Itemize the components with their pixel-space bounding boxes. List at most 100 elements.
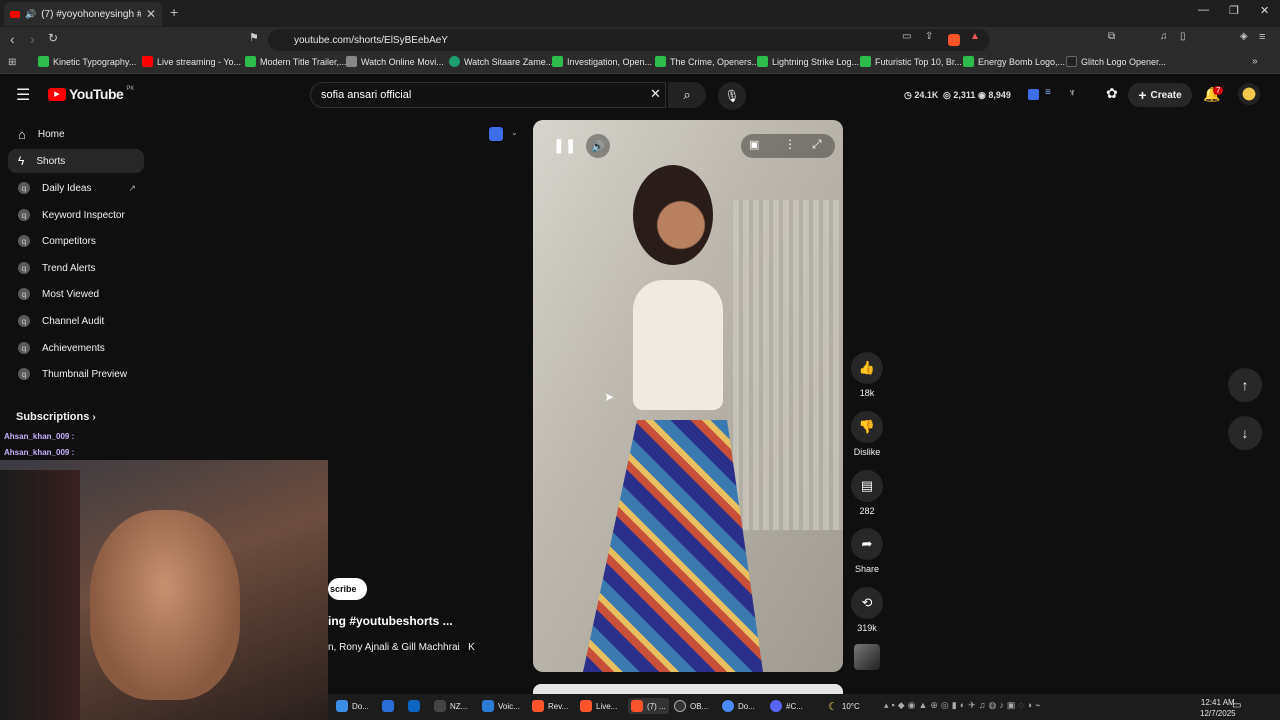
more-options-icon[interactable]: ⋮ xyxy=(784,137,796,151)
taskbar-item[interactable]: Voic... xyxy=(482,700,520,712)
like-button[interactable]: 👍 18k xyxy=(849,352,885,398)
youtube-wordmark: YouTube xyxy=(69,86,124,102)
share-page-icon[interactable]: ⇪ xyxy=(925,31,933,42)
taskbar-item[interactable]: Do... xyxy=(336,700,369,712)
bookmark-favicon-icon xyxy=(449,56,460,67)
volume-icon[interactable]: 🔊 xyxy=(586,134,610,158)
bookmark-icon[interactable]: ⚑ xyxy=(249,31,259,44)
address-bar[interactable]: youtube.com/shorts/ElSyBEebAeY xyxy=(268,29,990,51)
studio-icon[interactable]: ✿ xyxy=(1106,85,1118,102)
apps-grid-icon[interactable]: ⊞ xyxy=(8,57,16,68)
sidebar-toggle-icon[interactable]: ▯ xyxy=(1180,31,1186,42)
previous-short-button[interactable]: ↑ xyxy=(1228,368,1262,402)
app-icon xyxy=(434,700,446,712)
sidebar-item-competitors[interactable]: q Competitors xyxy=(8,229,144,253)
rewards-icon[interactable]: ▲ xyxy=(970,31,980,42)
list-icon[interactable]: ≡ xyxy=(1045,87,1051,98)
taskbar-item[interactable]: NZ... xyxy=(434,700,467,712)
search-button[interactable]: ⌕ xyxy=(668,82,706,108)
bookmark-item[interactable]: Modern Title Trailer,... xyxy=(245,56,347,67)
download-icon xyxy=(336,700,348,712)
captions-icon[interactable]: ▣ xyxy=(749,138,759,151)
bookmark-item[interactable]: Kinetic Typography... xyxy=(38,56,136,67)
browser-tab[interactable]: 🔊 (7) #yoyohoneysingh #trendi ✕ xyxy=(4,2,162,26)
bookmark-item[interactable]: Live streaming - Yo... xyxy=(142,56,241,67)
vpn-icon[interactable]: ◈ xyxy=(1240,31,1248,42)
bookmark-item[interactable]: Energy Bomb Logo,... xyxy=(963,56,1065,67)
bookmark-item[interactable]: Lightning Strike Log... xyxy=(757,56,859,67)
menu-icon[interactable]: ≡ xyxy=(1259,31,1265,43)
taskbar-item[interactable] xyxy=(382,700,394,712)
sidebar-item-home[interactable]: ⌂ Home xyxy=(8,122,144,146)
hamburger-menu-icon[interactable]: ☰ xyxy=(16,85,30,105)
vidiq-icon: q xyxy=(18,288,30,300)
vidiq-icon[interactable] xyxy=(1028,89,1039,100)
maximize-button[interactable]: ❐ xyxy=(1229,4,1239,17)
weather-widget[interactable]: ☾ 10°C xyxy=(828,700,860,713)
bookmark-item[interactable]: Glitch Logo Opener... xyxy=(1066,56,1166,67)
youtube-logo[interactable]: ▶ YouTube PK xyxy=(48,86,134,102)
audio-track-thumbnail[interactable] xyxy=(854,644,880,670)
dislike-button[interactable]: 👎 Dislike xyxy=(849,411,885,457)
create-button[interactable]: + Create xyxy=(1128,83,1192,107)
voice-search-button[interactable]: 🎙 xyxy=(718,82,746,110)
extensions-icon[interactable]: ⧉ xyxy=(1108,31,1115,42)
trophy-icon[interactable]: ♆ xyxy=(1068,87,1076,99)
avatar[interactable] xyxy=(1238,83,1260,105)
minimize-button[interactable]: — xyxy=(1198,4,1209,16)
brave-icon xyxy=(580,700,592,712)
bookmark-item[interactable]: The Crime, Openers... xyxy=(655,56,759,67)
back-icon[interactable]: ‹ xyxy=(10,31,15,47)
short-title[interactable]: ing #youtubeshorts ... xyxy=(328,614,453,628)
media-icon[interactable]: ♫ xyxy=(1160,31,1168,42)
subscribe-button[interactable]: scribe xyxy=(328,578,367,600)
bookmark-favicon-icon xyxy=(757,56,768,67)
brave-shields-icon[interactable] xyxy=(948,34,960,46)
sidebar-item-shorts[interactable]: ϟ Shorts xyxy=(8,149,144,173)
taskbar-item[interactable]: Do... xyxy=(722,700,755,712)
bookmark-favicon-icon xyxy=(655,56,666,67)
close-tab-icon[interactable]: ✕ xyxy=(146,7,156,21)
sidebar-item-thumbnail-preview[interactable]: q Thumbnail Preview xyxy=(8,362,144,386)
share-button[interactable]: ➦ Share xyxy=(849,528,885,574)
taskbar-item[interactable] xyxy=(408,700,420,712)
bookmark-item[interactable]: Investigation, Open... xyxy=(552,56,652,67)
clear-search-icon[interactable]: ✕ xyxy=(650,86,661,102)
bookmark-favicon-icon xyxy=(860,56,871,67)
reload-icon[interactable]: ↻ xyxy=(48,31,58,45)
taskbar-item[interactable]: Live... xyxy=(580,700,617,712)
bookmark-item[interactable]: Futuristic Top 10, Br... xyxy=(860,56,962,67)
taskbar-item-active[interactable]: (7) ... xyxy=(628,698,669,714)
short-audio-credit[interactable]: n, Rony Ajnali & Gill Machhrai K xyxy=(328,642,475,653)
system-tray-icons[interactable]: ▴▪◆◉▲⊕◎▮◐✈♫◍♪▣◌◑⌁ xyxy=(884,700,1044,711)
subscriptions-header[interactable]: Subscriptions › xyxy=(16,411,96,423)
sidebar-item-channel-audit[interactable]: q Channel Audit xyxy=(8,309,144,333)
more-bookmarks-icon[interactable]: » xyxy=(1252,56,1258,67)
comments-button[interactable]: ▤ 282 xyxy=(849,470,885,516)
remix-button[interactable]: ⟲ 319k xyxy=(849,587,885,633)
chevron-down-icon[interactable]: ⌄ xyxy=(511,128,518,137)
taskbar-item[interactable]: #C... xyxy=(770,700,803,712)
search-input[interactable]: sofia ansari official xyxy=(310,82,666,108)
bookmark-item[interactable]: Watch Online Movi... xyxy=(346,56,444,67)
sidebar-item-achievements[interactable]: q Achievements xyxy=(8,336,144,360)
system-clock[interactable]: 12:41 AM 12/7/2025 xyxy=(1200,697,1236,719)
sidebar-item-most-viewed[interactable]: q Most Viewed xyxy=(8,282,144,306)
taskbar-item[interactable]: Rev... xyxy=(532,700,568,712)
sidebar-item-daily-ideas[interactable]: q Daily Ideas ↗ xyxy=(8,176,144,200)
new-tab-button[interactable]: + xyxy=(170,4,178,20)
sidebar-item-keyword-inspector[interactable]: q Keyword Inspector xyxy=(8,203,144,227)
next-short-button[interactable]: ↓ xyxy=(1228,416,1262,450)
shorts-video-player[interactable]: ❚❚ 🔊 ▣ ⋮ ⤢ xyxy=(533,120,843,672)
pause-icon[interactable]: ❚❚ xyxy=(553,137,576,154)
outlook-icon xyxy=(408,700,420,712)
fullscreen-icon[interactable]: ⤢ xyxy=(812,137,822,152)
sidebar-item-label: Achievements xyxy=(42,342,105,354)
vidiq-toggle-icon[interactable] xyxy=(489,127,503,141)
sidebar-item-trend-alerts[interactable]: q Trend Alerts xyxy=(8,256,144,280)
bookmark-item[interactable]: Watch Sitaare Zame... xyxy=(449,56,553,67)
forward-icon[interactable]: › xyxy=(30,31,35,47)
cast-icon[interactable]: ▭ xyxy=(902,31,911,42)
close-window-button[interactable]: ✕ xyxy=(1260,4,1269,17)
taskbar-item[interactable]: OB... xyxy=(674,700,708,712)
